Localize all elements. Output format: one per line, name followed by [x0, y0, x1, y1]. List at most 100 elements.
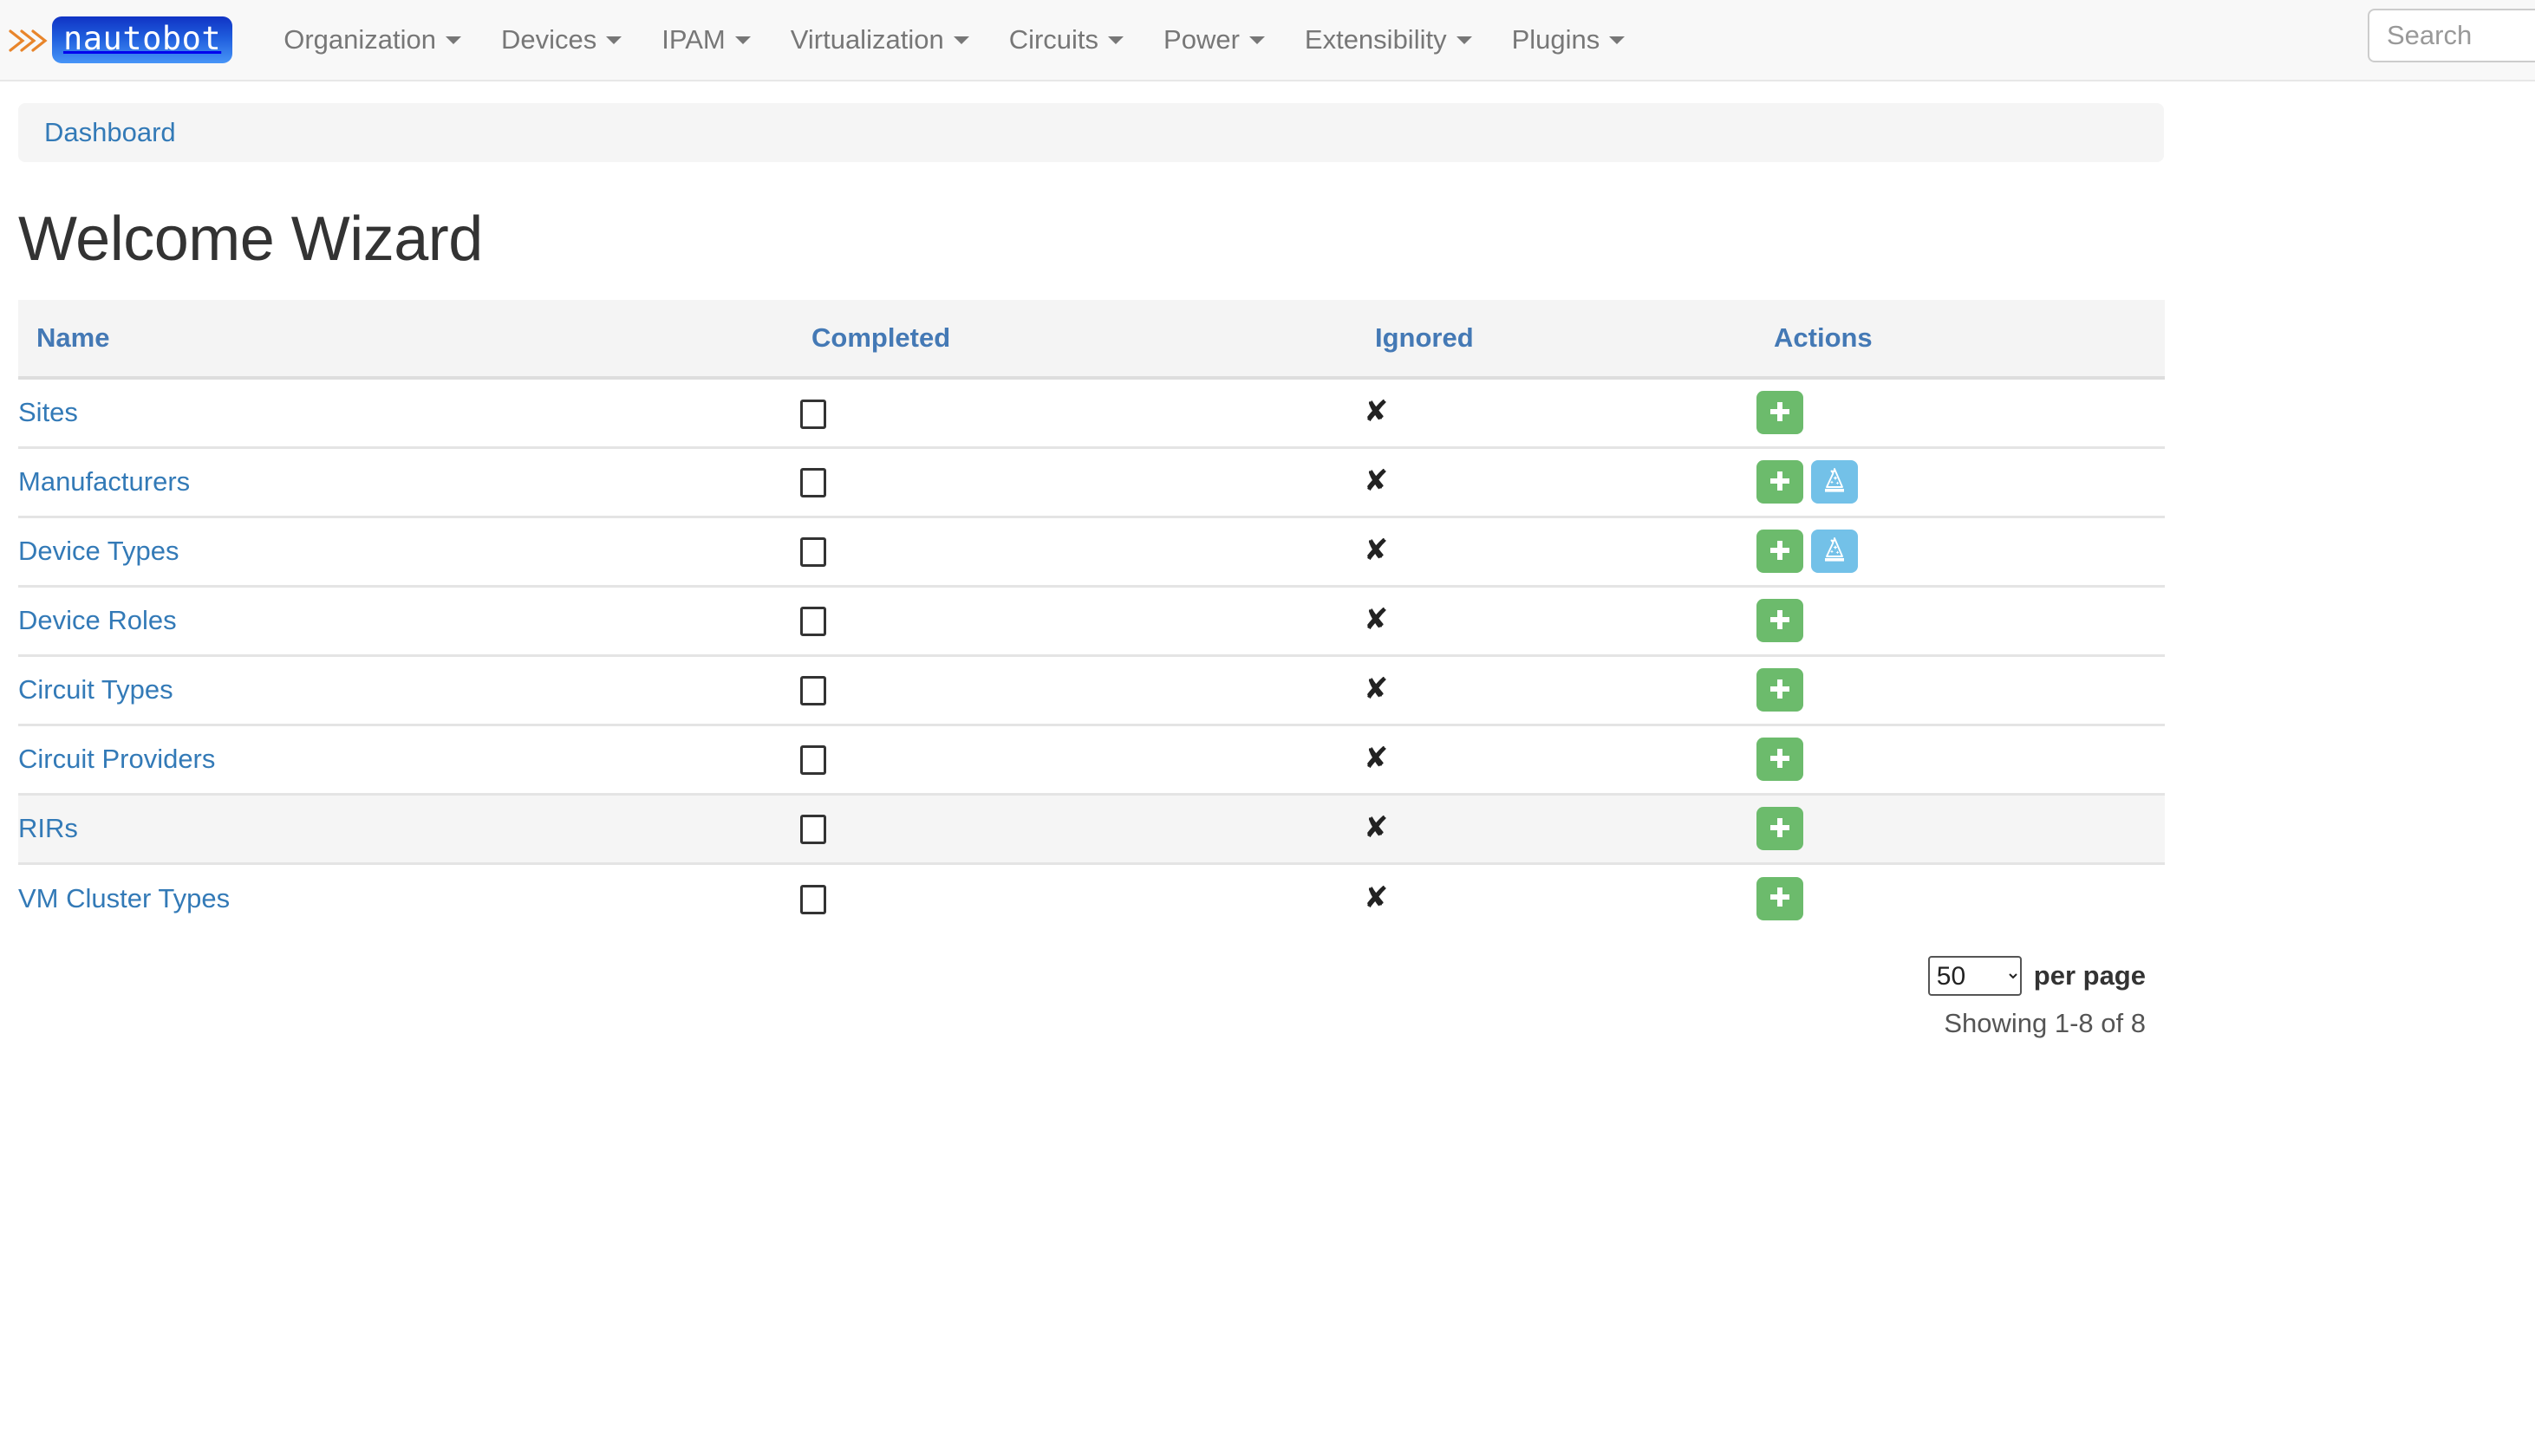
- nav-item-plugins[interactable]: Plugins: [1492, 0, 1645, 81]
- nav-item-organization[interactable]: Organization: [264, 0, 481, 81]
- cell-ignored: ✘: [1358, 378, 1756, 447]
- nav-item-devices[interactable]: Devices: [481, 0, 642, 81]
- cell-completed: [794, 517, 1358, 586]
- row-name-link[interactable]: VM Cluster Types: [18, 883, 230, 913]
- table-row: Circuit Providers ✘: [18, 725, 2165, 794]
- cell-actions: [1756, 655, 2165, 725]
- add-button[interactable]: [1756, 877, 1803, 920]
- plus-icon: [1768, 538, 1792, 565]
- row-name-link[interactable]: Circuit Types: [18, 674, 173, 705]
- nav-item-label: Virtualization: [791, 24, 944, 55]
- wizard-hat-icon: [1821, 467, 1847, 497]
- column-header-name[interactable]: Name: [18, 300, 794, 378]
- wizard-button[interactable]: [1811, 460, 1858, 504]
- nav-item-label: Plugins: [1512, 24, 1600, 55]
- cell-completed: [794, 725, 1358, 794]
- completed-checkbox[interactable]: [800, 468, 826, 497]
- plus-icon: [1768, 469, 1792, 496]
- add-button[interactable]: [1756, 738, 1803, 781]
- cell-actions: [1756, 725, 2165, 794]
- ignored-cross-icon: ✘: [1364, 536, 1389, 565]
- row-name-link[interactable]: Circuit Providers: [18, 744, 215, 774]
- chevron-down-icon: [1108, 36, 1124, 44]
- cell-ignored: ✘: [1358, 586, 1756, 655]
- table-head: Name Completed Ignored Actions: [18, 300, 2165, 378]
- pagination: 25501002505001000 per page Showing 1-8 o…: [0, 956, 2164, 1039]
- nav-item-circuits[interactable]: Circuits: [989, 0, 1144, 81]
- ignored-cross-icon: ✘: [1364, 813, 1389, 842]
- column-header-ignored[interactable]: Ignored: [1358, 300, 1756, 378]
- column-header-actions[interactable]: Actions: [1756, 300, 2165, 378]
- chevron-down-icon: [1456, 36, 1472, 44]
- add-button[interactable]: [1756, 668, 1803, 712]
- nautobot-wordmark: nautobot: [52, 16, 232, 63]
- cell-ignored: ✘: [1358, 794, 1756, 863]
- nav-item-label: Extensibility: [1305, 24, 1447, 55]
- completed-checkbox[interactable]: [800, 745, 826, 775]
- row-name-link[interactable]: Manufacturers: [18, 466, 190, 497]
- wizard-hat-icon: [1821, 536, 1847, 567]
- completed-checkbox[interactable]: [800, 537, 826, 567]
- completed-checkbox[interactable]: [800, 885, 826, 914]
- plus-icon: [1768, 885, 1792, 912]
- completed-checkbox[interactable]: [800, 676, 826, 705]
- plus-icon: [1768, 677, 1792, 704]
- chevron-down-icon: [446, 36, 461, 44]
- table-row: Device Types ✘: [18, 517, 2165, 586]
- nav-item-label: Organization: [283, 24, 436, 55]
- per-page-select[interactable]: 25501002505001000: [1928, 956, 2022, 996]
- add-button[interactable]: [1756, 599, 1803, 642]
- cell-completed: [794, 655, 1358, 725]
- page-container: Dashboard Welcome Wizard Name Completed …: [0, 103, 2164, 1039]
- cell-ignored: ✘: [1358, 517, 1756, 586]
- nav-item-label: Devices: [501, 24, 596, 55]
- completed-checkbox[interactable]: [800, 607, 826, 636]
- table-row: Device Roles ✘: [18, 586, 2165, 655]
- completed-checkbox[interactable]: [800, 400, 826, 429]
- add-button[interactable]: [1756, 807, 1803, 850]
- nav-item-extensibility[interactable]: Extensibility: [1285, 0, 1492, 81]
- cell-name: VM Cluster Types: [18, 863, 794, 933]
- nav-item-label: Circuits: [1009, 24, 1098, 55]
- add-button[interactable]: [1756, 460, 1803, 504]
- cell-name: Device Roles: [18, 586, 794, 655]
- table-header-row: Name Completed Ignored Actions: [18, 300, 2165, 378]
- cell-name: Manufacturers: [18, 447, 794, 517]
- nav-item-virtualization[interactable]: Virtualization: [771, 0, 989, 81]
- chevron-down-icon: [1249, 36, 1265, 44]
- completed-checkbox[interactable]: [800, 815, 826, 844]
- column-header-completed[interactable]: Completed: [794, 300, 1358, 378]
- row-name-link[interactable]: RIRs: [18, 813, 78, 843]
- row-name-link[interactable]: Device Roles: [18, 605, 177, 635]
- add-button[interactable]: [1756, 391, 1803, 434]
- add-button[interactable]: [1756, 530, 1803, 573]
- per-page-label: per page: [2034, 960, 2146, 991]
- cell-name: Device Types: [18, 517, 794, 586]
- wizard-button[interactable]: [1811, 530, 1858, 573]
- plus-icon: [1768, 816, 1792, 842]
- ignored-cross-icon: ✘: [1364, 883, 1389, 913]
- row-name-link[interactable]: Sites: [18, 397, 78, 427]
- ignored-cross-icon: ✘: [1364, 605, 1389, 634]
- cell-actions: [1756, 517, 2165, 586]
- brand-logo-link[interactable]: nautobot: [7, 0, 232, 81]
- plus-icon: [1768, 746, 1792, 773]
- cell-actions: [1756, 447, 2165, 517]
- search-input[interactable]: [2368, 9, 2535, 62]
- cell-ignored: ✘: [1358, 863, 1756, 933]
- cell-name: RIRs: [18, 794, 794, 863]
- breadcrumb-item-dashboard[interactable]: Dashboard: [44, 117, 176, 148]
- row-name-link[interactable]: Device Types: [18, 536, 179, 566]
- cell-completed: [794, 378, 1358, 447]
- plus-icon: [1768, 400, 1792, 426]
- chevron-down-icon: [606, 36, 622, 44]
- table-row: VM Cluster Types ✘: [18, 863, 2165, 933]
- cell-name: Sites: [18, 378, 794, 447]
- ignored-cross-icon: ✘: [1364, 397, 1389, 426]
- nav-item-power[interactable]: Power: [1144, 0, 1285, 81]
- top-navbar: nautobot Organization Devices IPAM Virtu…: [0, 0, 2535, 81]
- ignored-cross-icon: ✘: [1364, 744, 1389, 773]
- ignored-cross-icon: ✘: [1364, 466, 1389, 496]
- cell-completed: [794, 586, 1358, 655]
- nav-item-ipam[interactable]: IPAM: [642, 0, 771, 81]
